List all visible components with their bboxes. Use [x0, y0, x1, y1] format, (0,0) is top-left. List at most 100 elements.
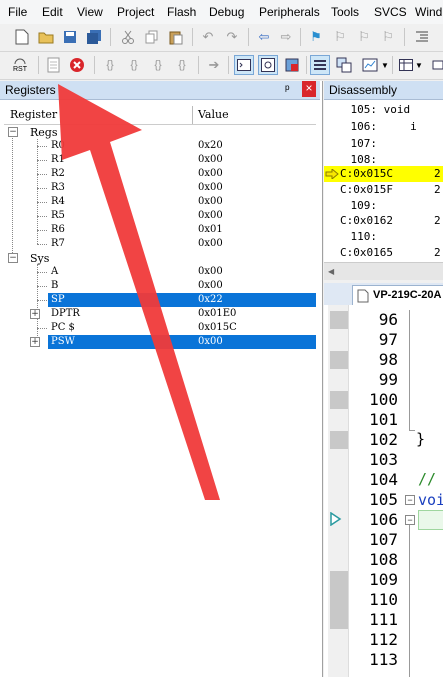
step-out-icon[interactable]: {} — [148, 55, 168, 75]
stop-icon[interactable] — [67, 55, 87, 75]
debug-toolbar: RST {} {} {} {} ➔ ▼ ▼ — [0, 52, 443, 80]
disassembly-line[interactable]: 110: — [324, 229, 443, 245]
menu-flash[interactable]: Flash — [167, 5, 196, 19]
disassembly-line[interactable]: C:0x0165 2 — [324, 245, 443, 261]
table-row[interactable]: R4 0x00 — [4, 195, 316, 209]
line-number: 101 — [369, 410, 398, 429]
expand-icon[interactable]: + — [30, 337, 40, 347]
menu-file[interactable]: File — [8, 5, 27, 19]
bookmark-icon[interactable]: ⚑ — [306, 27, 326, 47]
code-keyword: voi — [418, 491, 443, 509]
bookmark-clear-icon[interactable]: ⚐ — [378, 27, 398, 47]
run-icon[interactable] — [44, 55, 64, 75]
table-row[interactable]: A 0x00 — [4, 265, 316, 279]
registers-window-icon[interactable] — [310, 55, 330, 75]
register-value: 0x00 — [198, 182, 223, 193]
table-row[interactable]: PC $ 0x015C — [4, 321, 316, 335]
tree-group-sys[interactable]: − Sys — [4, 251, 316, 265]
save-icon[interactable] — [60, 27, 80, 47]
chevron-down-icon[interactable]: ▼ — [414, 55, 424, 75]
current-line-arrow-icon — [330, 512, 342, 526]
forward-icon[interactable]: ⇨ — [276, 27, 296, 47]
chevron-down-icon[interactable]: ▼ — [380, 55, 390, 75]
table-row[interactable]: R2 0x00 — [4, 167, 316, 181]
fold-collapse-icon[interactable]: − — [405, 495, 415, 505]
scroll-left-icon[interactable]: ◀ — [328, 267, 336, 276]
code-coverage-mark — [330, 391, 348, 409]
disassembly-text: 109: — [324, 199, 377, 212]
column-value[interactable]: Value — [198, 108, 229, 121]
disassembly-line[interactable]: C:0x015F 2 — [324, 182, 443, 198]
table-row-selected[interactable]: + PSW 0x00 — [4, 335, 316, 349]
collapse-icon[interactable]: − — [8, 253, 18, 263]
bookmark-prev-icon[interactable]: ⚐ — [330, 27, 350, 47]
run-to-cursor-icon[interactable]: {} — [172, 55, 192, 75]
disassembly-line[interactable]: 105: void — [324, 102, 443, 118]
table-row[interactable]: R1 0x00 — [4, 153, 316, 167]
horizontal-scrollbar[interactable]: ◀ — [324, 262, 443, 280]
watch-window-icon[interactable] — [360, 55, 380, 75]
table-row[interactable]: R5 0x00 — [4, 209, 316, 223]
call-stack-icon[interactable] — [334, 55, 354, 75]
disassembly-line[interactable]: 109: — [324, 198, 443, 214]
step-over-icon[interactable]: {} — [124, 55, 144, 75]
disassembly-view[interactable]: 105: void 106: i 107: 108: C:0x015C 2 C:… — [324, 100, 443, 262]
paste-icon[interactable] — [166, 27, 186, 47]
menu-window[interactable]: Wind — [415, 5, 442, 19]
table-row[interactable]: + DPTR 0x01E0 — [4, 307, 316, 321]
close-icon[interactable]: × — [302, 81, 316, 97]
show-next-statement-icon[interactable]: ➔ — [204, 55, 224, 75]
bookmark-next-icon[interactable]: ⚐ — [354, 27, 374, 47]
tree-group-regs[interactable]: − Regs — [4, 125, 316, 139]
menu-peripherals[interactable]: Peripherals — [259, 5, 320, 19]
table-row[interactable]: B 0x00 — [4, 279, 316, 293]
table-row[interactable]: R3 0x00 — [4, 181, 316, 195]
register-name: A — [51, 266, 59, 277]
menu-tools[interactable]: Tools — [331, 5, 359, 19]
menu-edit[interactable]: Edit — [42, 5, 63, 19]
disassembly-window-icon[interactable] — [258, 55, 278, 75]
step-into-icon[interactable]: {} — [100, 55, 120, 75]
disassembly-line-current[interactable]: C:0x015C 2 — [324, 166, 443, 182]
copy-icon[interactable] — [142, 27, 162, 47]
registers-header: Register Value — [4, 106, 316, 125]
column-register[interactable]: Register — [10, 108, 57, 121]
save-all-icon[interactable] — [84, 27, 104, 47]
toolbar-overflow-icon[interactable] — [428, 55, 443, 75]
menu-svcs[interactable]: SVCS — [374, 5, 407, 19]
table-row[interactable]: R7 0x00 — [4, 237, 316, 251]
register-value: 0x00 — [198, 336, 223, 347]
new-file-icon[interactable] — [12, 27, 32, 47]
fold-collapse-icon[interactable]: − — [405, 515, 415, 525]
table-row-selected[interactable]: SP 0x22 — [4, 293, 316, 307]
disassembly-line[interactable]: 106: i — [324, 119, 443, 135]
pin-icon[interactable]: ᵖ — [285, 82, 290, 96]
back-icon[interactable]: ⇦ — [254, 27, 274, 47]
disassembly-text: 108: — [324, 153, 377, 166]
menu-debug[interactable]: Debug — [209, 5, 244, 19]
disassembly-text: 107: — [324, 137, 377, 150]
undo-icon[interactable]: ↶ — [198, 27, 218, 47]
group-label: Regs — [30, 126, 58, 139]
disassembly-line[interactable]: 107: — [324, 136, 443, 152]
table-row[interactable]: R6 0x01 — [4, 223, 316, 237]
expand-icon[interactable]: + — [30, 309, 40, 319]
command-window-icon[interactable] — [234, 55, 254, 75]
tab-source-file[interactable]: VP-219C-20A — [352, 285, 443, 306]
indent-icon[interactable] — [412, 27, 432, 47]
collapse-icon[interactable]: − — [8, 127, 18, 137]
redo-icon[interactable]: ↷ — [222, 27, 242, 47]
disassembly-address: C:0x0162 — [340, 214, 393, 227]
open-folder-icon[interactable] — [36, 27, 56, 47]
register-value: 0x00 — [198, 154, 223, 165]
symbols-window-icon[interactable] — [282, 55, 302, 75]
register-name: R5 — [51, 210, 65, 221]
table-row[interactable]: R0 0x20 — [4, 139, 316, 153]
memory-window-icon[interactable] — [396, 55, 416, 75]
menu-view[interactable]: View — [77, 5, 103, 19]
register-value: 0x00 — [198, 168, 223, 179]
cut-icon[interactable] — [118, 27, 138, 47]
disassembly-line[interactable]: C:0x0162 2 — [324, 213, 443, 229]
menu-project[interactable]: Project — [117, 5, 154, 19]
reset-icon[interactable]: RST — [8, 55, 32, 75]
